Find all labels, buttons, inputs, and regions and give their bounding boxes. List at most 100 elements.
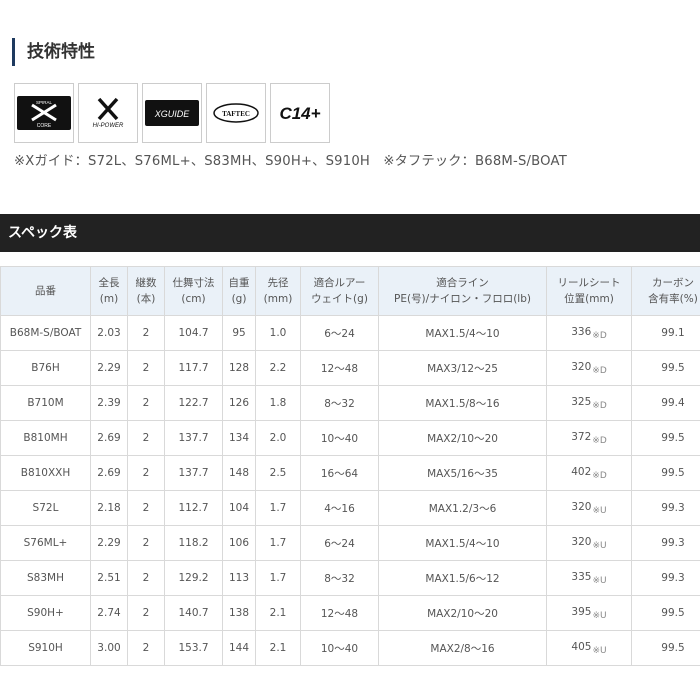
cell-tip: 1.8 — [255, 385, 301, 421]
cell-model: S72L — [0, 490, 91, 526]
cell-length: 2.51 — [90, 560, 128, 596]
cell-line: MAX1.5/8～16 — [378, 385, 547, 421]
cell-lure: 16～64 — [300, 455, 379, 491]
table-row: B810XXH 2.69 2 137.7 148 2.5 16～64 MAX5/16～35 40… — [0, 455, 700, 491]
seat-mark: ※D — [592, 435, 607, 446]
svg-text:C14+: C14+ — [279, 104, 320, 123]
header-pieces: 継数 (本) — [127, 266, 165, 316]
cell-carbon: 99.5 — [631, 350, 700, 386]
cell-closed: 104.7 — [164, 315, 223, 351]
cell-lure: 10～40 — [300, 420, 379, 456]
table-row: B76H 2.29 2 117.7 128 2.2 12～48 MAX3/12～25 320※D… — [0, 350, 700, 386]
cell-model: S83MH — [0, 560, 91, 596]
cell-carbon: 99.5 — [631, 455, 700, 491]
cell-weight: 144 — [222, 630, 256, 666]
cell-lure: 8～32 — [300, 560, 379, 596]
header-lure-weight: 適合ルアー ウェイト(g) — [300, 266, 379, 316]
cell-weight: 128 — [222, 350, 256, 386]
cell-seat: 336※D — [546, 315, 632, 351]
cell-line: MAX2/10～20 — [378, 420, 547, 456]
c14plus-icon: C14+ — [279, 104, 320, 123]
cell-seat: 402※D — [546, 455, 632, 491]
cell-length: 2.29 — [90, 525, 128, 561]
cell-line: MAX2/8～16 — [378, 630, 547, 666]
cell-lure: 12～48 — [300, 595, 379, 631]
cell-model: B68M-S/BOAT — [0, 315, 91, 351]
cell-closed: 137.7 — [164, 420, 223, 456]
cell-carbon: 99.3 — [631, 525, 700, 561]
cell-weight: 104 — [222, 490, 256, 526]
x-hi-power-icon: HI-POWER — [93, 97, 124, 129]
cell-closed: 112.7 — [164, 490, 223, 526]
cell-pieces: 2 — [127, 560, 165, 596]
spiral-x-core-icon: SPIRAL CORE — [31, 100, 57, 129]
cell-line: MAX1.2/3～6 — [378, 490, 547, 526]
cell-pieces: 2 — [127, 315, 165, 351]
cell-length: 2.69 — [90, 455, 128, 491]
cell-model: B76H — [0, 350, 91, 386]
cell-lure: 12～48 — [300, 350, 379, 386]
cell-closed: 122.7 — [164, 385, 223, 421]
cell-model: S90H+ — [0, 595, 91, 631]
cell-length: 2.03 — [90, 315, 128, 351]
cell-tip: 1.0 — [255, 315, 301, 351]
spec-header-row: 品番 全長 (m) 継数 (本) 仕舞寸法 (cm) 自重 (g) 先径 (mm) 適合ル… — [0, 266, 700, 316]
cell-weight: 126 — [222, 385, 256, 421]
cell-length: 2.18 — [90, 490, 128, 526]
cell-length: 2.74 — [90, 595, 128, 631]
cell-line: MAX2/10～20 — [378, 595, 547, 631]
cell-model: S76ML+ — [0, 525, 91, 561]
cell-tip: 2.1 — [255, 595, 301, 631]
cell-pieces: 2 — [127, 490, 165, 526]
svg-text:CORE: CORE — [37, 123, 52, 129]
x-guide-icon: XGUIDE — [154, 109, 191, 119]
seat-mark: ※D — [592, 470, 607, 481]
x-hi-power-logo: HI-POWER — [78, 83, 138, 143]
cell-seat: 320※D — [546, 350, 632, 386]
table-row: S76ML+ 2.29 2 118.2 106 1.7 6～24 MAX1.5/4～10 320… — [0, 525, 700, 561]
cell-carbon: 99.5 — [631, 420, 700, 456]
cell-lure: 10～40 — [300, 630, 379, 666]
cell-weight: 134 — [222, 420, 256, 456]
header-line: 適合ライン PE(号)/ナイロン・フロロ(lb) — [378, 266, 547, 316]
cell-lure: 8～32 — [300, 385, 379, 421]
seat-mark: ※U — [592, 505, 607, 516]
cell-seat: 405※U — [546, 630, 632, 666]
seat-mark: ※D — [592, 400, 607, 411]
cell-tip: 2.1 — [255, 630, 301, 666]
cell-closed: 118.2 — [164, 525, 223, 561]
table-row: B710M 2.39 2 122.7 126 1.8 8～32 MAX1.5/8～16 325※… — [0, 385, 700, 421]
seat-mark: ※D — [592, 365, 607, 376]
cell-model: B810MH — [0, 420, 91, 456]
header-carbon: カーボン 含有率(%) — [631, 266, 700, 316]
table-row: S90H+ 2.74 2 140.7 138 2.1 12～48 MAX2/10～20 395※… — [0, 595, 700, 631]
cell-pieces: 2 — [127, 350, 165, 386]
cell-closed: 140.7 — [164, 595, 223, 631]
technology-note: ※Xガイド：S72L、S76ML+、S83MH、S90H+、S910H ※タフテ… — [14, 154, 567, 169]
cell-line: MAX1.5/6～12 — [378, 560, 547, 596]
svg-text:SPIRAL: SPIRAL — [36, 100, 53, 105]
table-row: B810MH 2.69 2 137.7 134 2.0 10～40 MAX2/10～20 372… — [0, 420, 700, 456]
cell-lure: 6～24 — [300, 525, 379, 561]
header-weight: 自重 (g) — [222, 266, 256, 316]
cell-model: B710M — [0, 385, 91, 421]
cell-length: 2.69 — [90, 420, 128, 456]
cell-seat: 325※D — [546, 385, 632, 421]
spec-table: 品番 全長 (m) 継数 (本) 仕舞寸法 (cm) 自重 (g) 先径 (mm) 適合ル… — [0, 266, 700, 666]
cell-length: 2.29 — [90, 350, 128, 386]
cell-length: 2.39 — [90, 385, 128, 421]
cell-carbon: 99.4 — [631, 385, 700, 421]
cell-tip: 2.2 — [255, 350, 301, 386]
cell-pieces: 2 — [127, 455, 165, 491]
cell-closed: 153.7 — [164, 630, 223, 666]
seat-mark: ※D — [592, 330, 607, 341]
cell-closed: 117.7 — [164, 350, 223, 386]
cell-length: 3.00 — [90, 630, 128, 666]
cell-pieces: 2 — [127, 630, 165, 666]
cell-lure: 6～24 — [300, 315, 379, 351]
cell-seat: 320※U — [546, 490, 632, 526]
cell-tip: 2.5 — [255, 455, 301, 491]
table-row: B68M-S/BOAT 2.03 2 104.7 95 1.0 6～24 MAX1.5/4～1… — [0, 315, 700, 351]
cell-tip: 1.7 — [255, 525, 301, 561]
cell-carbon: 99.3 — [631, 490, 700, 526]
